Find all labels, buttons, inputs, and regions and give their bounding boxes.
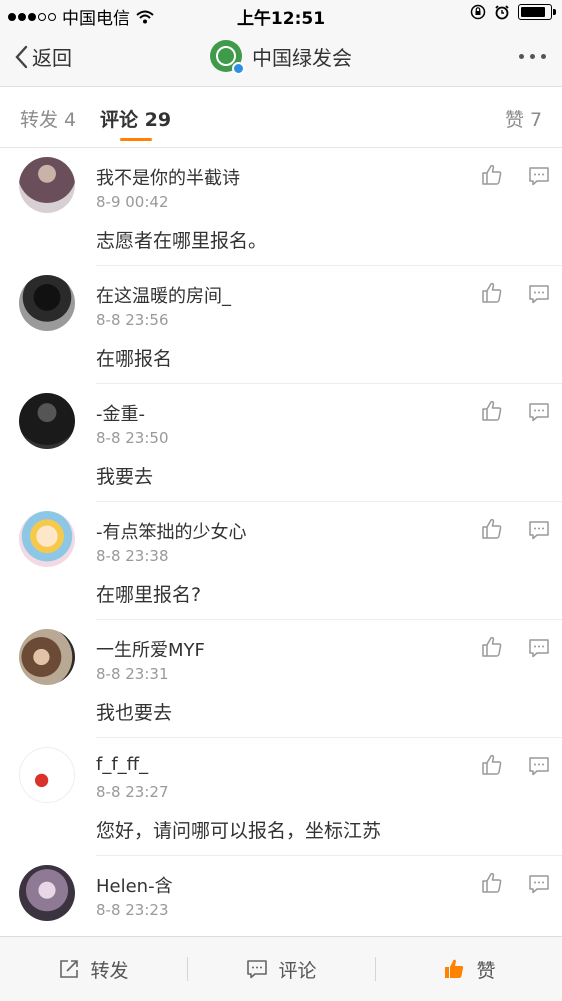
comment-time: 8-8 23:50: [96, 429, 169, 447]
comment-item[interactable]: Helen-含 8-8 23:23: [0, 856, 562, 936]
comment-list: 我不是你的半截诗 8-9 00:42 志愿者在哪里报名。 在这温暖的房间_ 8-…: [0, 148, 562, 936]
comment-reply-icon[interactable]: [528, 755, 550, 777]
comment-author[interactable]: 在这温暖的房间_: [96, 282, 231, 308]
repost-label: 转发: [90, 959, 129, 982]
thumbs-up-icon[interactable]: [480, 399, 504, 423]
avatar[interactable]: [19, 157, 75, 213]
thumbs-up-icon[interactable]: [480, 517, 504, 541]
verified-badge-icon: [232, 62, 245, 75]
avatar[interactable]: [19, 275, 75, 331]
comment-item[interactable]: 我不是你的半截诗 8-9 00:42 志愿者在哪里报名。: [0, 148, 562, 266]
comment-text: 我也要去: [96, 702, 173, 724]
avatar[interactable]: [19, 629, 75, 685]
tab-comments[interactable]: 评论 29: [100, 105, 171, 132]
comment-item[interactable]: -金重- 8-8 23:50 我要去: [0, 384, 562, 502]
comment-reply-icon[interactable]: [528, 165, 550, 187]
comment-time: 8-8 23:38: [96, 547, 169, 565]
tab-likes[interactable]: 赞 7: [505, 105, 542, 132]
tab-reposts[interactable]: 转发 4: [20, 105, 76, 132]
comment-reply-icon[interactable]: [528, 401, 550, 423]
comment-time: 8-8 23:56: [96, 311, 169, 329]
thumbs-up-icon[interactable]: [480, 163, 504, 187]
thumbs-up-icon[interactable]: [480, 635, 504, 659]
thumbs-up-icon[interactable]: [480, 753, 504, 777]
share-icon: [60, 960, 79, 978]
comment-time: 8-8 23:31: [96, 665, 169, 683]
bottom-toolbar: 转发 评论 赞: [0, 936, 562, 1001]
comment-text: 在哪里报名?: [96, 584, 202, 606]
comment-author[interactable]: f_f_ff_: [96, 754, 148, 775]
comment-icon: [247, 960, 268, 979]
avatar[interactable]: [19, 511, 75, 567]
avatar[interactable]: [19, 747, 75, 803]
comment-reply-icon[interactable]: [528, 519, 550, 541]
comment-author[interactable]: 我不是你的半截诗: [96, 164, 240, 190]
comment-time: 8-8 23:27: [96, 783, 169, 801]
account-name: 中国绿发会: [252, 45, 352, 70]
thumbs-up-icon[interactable]: [480, 281, 504, 305]
comment-item[interactable]: f_f_ff_ 8-8 23:27 您好，请问哪可以报名，坐标江苏: [0, 738, 562, 856]
comment-text: 您好，请问哪可以报名，坐标江苏: [96, 820, 382, 842]
battery-icon: [518, 4, 556, 20]
comment-reply-icon[interactable]: [528, 637, 550, 659]
thumbs-up-icon[interactable]: [480, 871, 504, 895]
avatar[interactable]: [19, 393, 75, 449]
comment-reply-icon[interactable]: [528, 873, 550, 895]
nav-bar: 返回 中国绿发会: [0, 30, 562, 87]
comment-time: 8-8 23:23: [96, 901, 169, 919]
comment-button[interactable]: 评论: [188, 937, 375, 1001]
comment-item[interactable]: 一生所爱MYF 8-8 23:31 我也要去: [0, 620, 562, 738]
lock-rotation-icon: [470, 4, 486, 20]
avatar[interactable]: [19, 865, 75, 921]
active-tab-indicator: [120, 138, 152, 141]
comment-time: 8-9 00:42: [96, 193, 169, 211]
comment-author[interactable]: 一生所爱MYF: [96, 636, 205, 662]
comment-author[interactable]: Helen-含: [96, 872, 173, 898]
comment-reply-icon[interactable]: [528, 283, 550, 305]
comment-item[interactable]: -有点笨拙的少女心 8-8 23:38 在哪里报名?: [0, 502, 562, 620]
comment-text: 在哪报名: [96, 348, 173, 370]
comment-author[interactable]: -金重-: [96, 400, 145, 426]
repost-button[interactable]: 转发: [0, 937, 187, 1001]
comment-item[interactable]: 在这温暖的房间_ 8-8 23:56 在哪报名: [0, 266, 562, 384]
nav-title[interactable]: 中国绿发会: [0, 40, 562, 75]
more-menu-icon[interactable]: [519, 54, 546, 59]
comment-author[interactable]: -有点笨拙的少女心: [96, 518, 247, 544]
account-avatar: [210, 40, 245, 75]
comment-text: 志愿者在哪里报名。: [96, 230, 268, 252]
status-bar: 中国电信 上午12:51: [0, 0, 562, 30]
comment-label: 评论: [278, 959, 317, 982]
like-label: 赞: [476, 959, 496, 982]
alarm-icon: [495, 5, 509, 20]
comment-text: 我要去: [96, 466, 154, 488]
thumbs-up-filled-icon: [445, 959, 464, 978]
like-button[interactable]: 赞: [376, 937, 562, 1001]
status-right: [470, 4, 556, 20]
tab-bar: 转发 4 评论 29 赞 7: [0, 87, 562, 148]
